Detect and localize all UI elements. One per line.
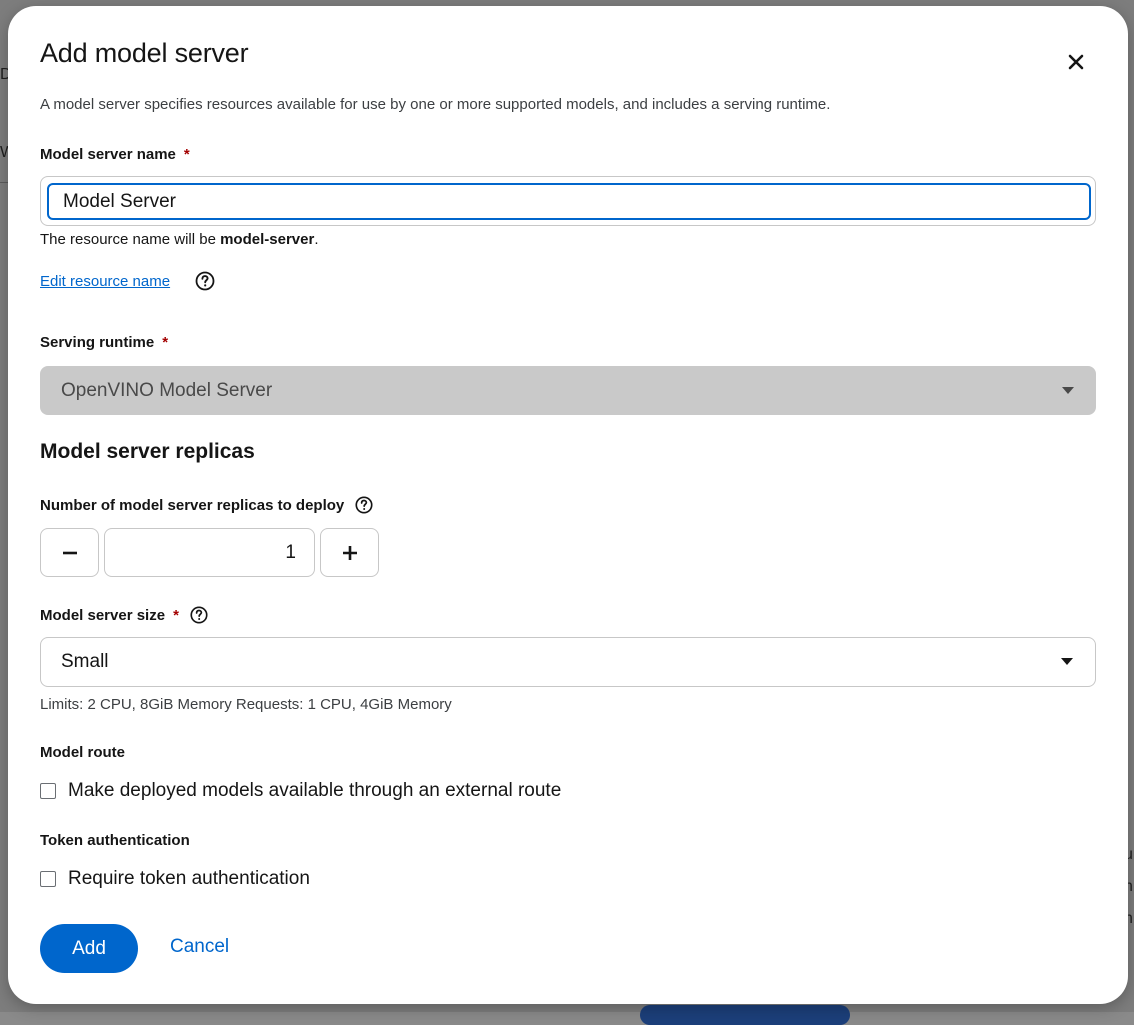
server-size-label-text: Model server size [40, 606, 166, 624]
replicas-label-text: Number of model server replicas to deplo… [40, 496, 345, 514]
resource-name-helper: The resource name will be model-server. [40, 231, 318, 248]
cancel-button[interactable]: Cancel [170, 936, 229, 958]
model-route-label: Model route [40, 744, 125, 761]
close-icon [1068, 54, 1084, 70]
server-name-field-wrapper [40, 176, 1096, 226]
dialog-description: A model server specifies resources avail… [40, 96, 831, 113]
help-icon [195, 271, 215, 291]
close-button[interactable] [1064, 50, 1088, 74]
help-icon [355, 496, 373, 514]
required-marker: * [183, 146, 190, 163]
token-auth-checkbox[interactable] [40, 871, 56, 887]
helper-suffix: . [314, 231, 319, 248]
plus-icon [342, 545, 357, 560]
add-model-server-dialog: Add model server A model server specifie… [8, 6, 1128, 1004]
replicas-label: Number of model server replicas to deplo… [40, 495, 374, 515]
required-marker: * [162, 334, 169, 351]
replicas-section-title: Model server replicas [40, 440, 255, 463]
caret-down-icon [1061, 658, 1073, 666]
server-name-label: Model server name * [40, 146, 190, 163]
required-marker: * [173, 606, 179, 624]
edit-resource-name-link[interactable]: Edit resource name [40, 273, 170, 290]
server-size-hint: Limits: 2 CPU, 8GiB Memory Requests: 1 C… [40, 696, 452, 713]
external-route-checkbox-label: Make deployed models available through a… [68, 780, 562, 801]
edit-resource-name-help-button[interactable] [194, 270, 216, 292]
caret-down-icon [1062, 386, 1074, 395]
server-size-label: Model server size * [40, 605, 209, 625]
server-size-help-button[interactable] [189, 605, 209, 625]
add-button[interactable]: Add [40, 924, 138, 973]
token-auth-label: Token authentication [40, 832, 190, 849]
server-size-value: Small [61, 651, 109, 672]
replicas-increment-button[interactable] [320, 528, 379, 577]
serving-runtime-label: Serving runtime * [40, 334, 168, 351]
external-route-option[interactable]: Make deployed models available through a… [40, 780, 561, 802]
help-icon [190, 606, 208, 624]
replicas-decrement-button[interactable] [40, 528, 99, 577]
background-button [640, 1005, 850, 1025]
external-route-checkbox[interactable] [40, 783, 56, 799]
minus-icon [62, 551, 77, 554]
resource-name-value: model-server [220, 231, 315, 248]
server-name-label-text: Model server name [40, 146, 176, 163]
replicas-help-button[interactable] [354, 495, 374, 515]
token-auth-option[interactable]: Require token authentication [40, 868, 310, 890]
replicas-input[interactable] [104, 528, 315, 577]
server-size-select[interactable]: Small [40, 637, 1096, 687]
serving-runtime-select: OpenVINO Model Server [40, 366, 1096, 415]
token-auth-checkbox-label: Require token authentication [68, 868, 310, 889]
serving-runtime-value: OpenVINO Model Server [61, 379, 273, 401]
server-name-input[interactable] [47, 183, 1091, 220]
serving-runtime-label-text: Serving runtime [40, 334, 155, 351]
dialog-title: Add model server [40, 38, 249, 68]
helper-prefix: The resource name will be [40, 231, 221, 248]
